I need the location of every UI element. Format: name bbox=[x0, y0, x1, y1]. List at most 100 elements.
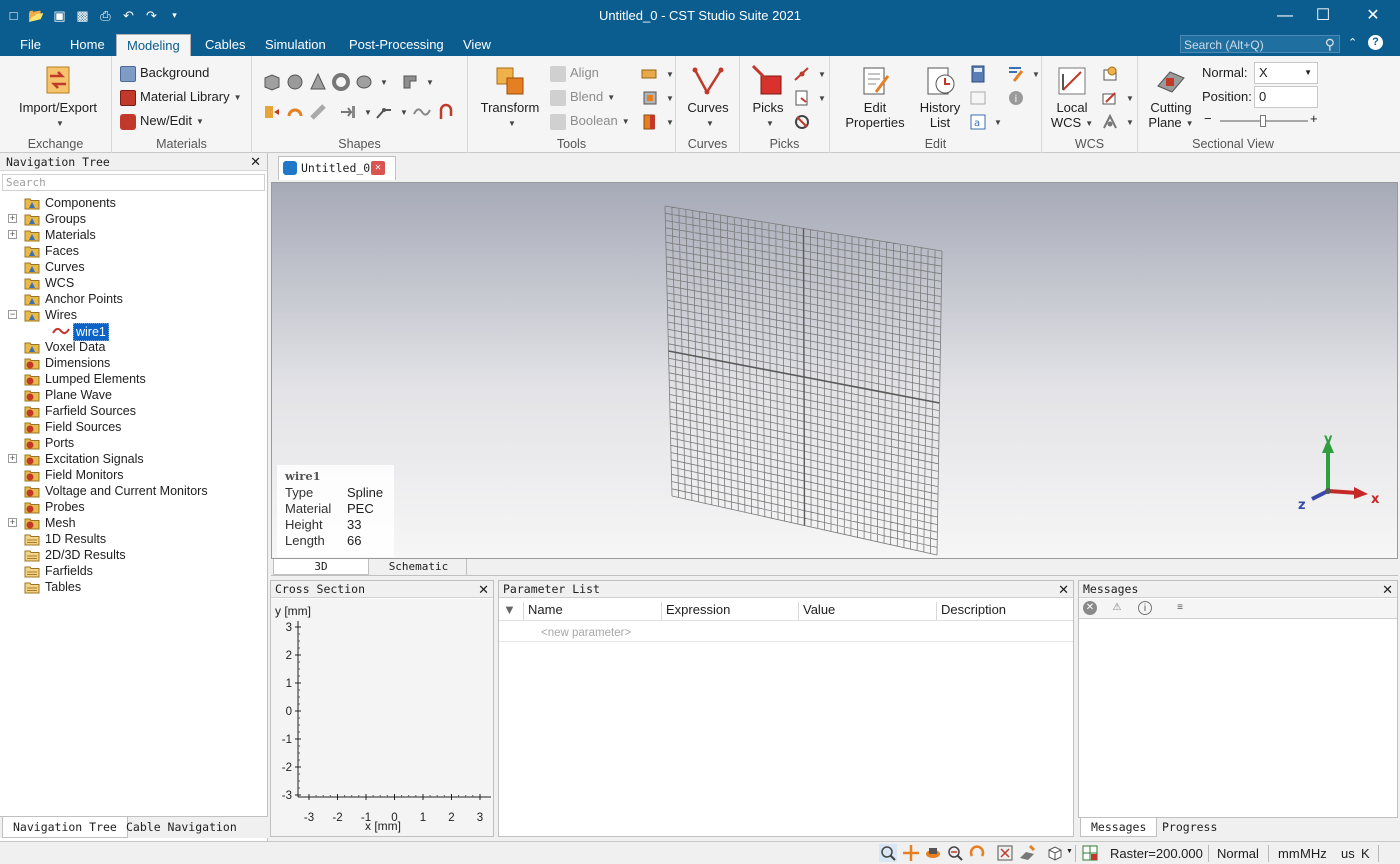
3d-viewport[interactable]: wire1 Type Spline Material PEC Height 33 Le… bbox=[271, 182, 1398, 559]
wcs-snap-icon[interactable] bbox=[1100, 112, 1120, 132]
working-plane-icon[interactable] bbox=[1018, 844, 1036, 862]
chevron-down-icon[interactable]: ▼ bbox=[818, 94, 826, 103]
edit-properties-button[interactable]: Edit Properties bbox=[840, 64, 910, 130]
trace-curve-icon[interactable] bbox=[374, 102, 394, 122]
chevron-down-icon[interactable]: ▼ bbox=[380, 78, 388, 87]
chevron-down-icon[interactable]: ▼ bbox=[1032, 70, 1040, 79]
pick-list-icon[interactable] bbox=[792, 88, 812, 108]
close-icon[interactable]: ✕ bbox=[371, 161, 385, 175]
column-value[interactable]: Value bbox=[798, 602, 936, 620]
new-parameter-row[interactable]: <new parameter> bbox=[541, 627, 631, 639]
history-update-icon[interactable] bbox=[968, 88, 988, 108]
import-export-button[interactable]: Import/Export ▼ bbox=[12, 64, 104, 130]
document-tab[interactable]: Untitled_0* ✕ bbox=[278, 156, 396, 180]
tree-item-voxel-data[interactable]: Voxel Data bbox=[0, 339, 266, 355]
tree-item-ports[interactable]: Ports bbox=[0, 435, 266, 451]
chevron-down-icon[interactable]: ▼ bbox=[364, 108, 372, 117]
tree-item-wcs[interactable]: WCS bbox=[0, 275, 266, 291]
navigation-search-input[interactable]: Search bbox=[2, 174, 265, 191]
local-modification-icon[interactable] bbox=[640, 112, 660, 132]
tree-item-materials[interactable]: + Materials bbox=[0, 227, 266, 243]
maximize-icon[interactable]: ☐ bbox=[1300, 0, 1346, 32]
column-description[interactable]: Description bbox=[936, 602, 1074, 620]
clear-picks-icon[interactable] bbox=[792, 112, 812, 132]
loft-icon[interactable] bbox=[308, 102, 328, 122]
expand-icon[interactable]: + bbox=[8, 518, 17, 527]
chevron-down-icon[interactable]: ▼ bbox=[666, 118, 674, 127]
tree-item-voltage-and-current-monitors[interactable]: Voltage and Current Monitors bbox=[0, 483, 266, 499]
tree-item-field-monitors[interactable]: Field Monitors bbox=[0, 467, 266, 483]
warning-filter-icon[interactable]: ⚠ bbox=[1110, 601, 1124, 615]
position-slider-handle[interactable] bbox=[1260, 115, 1266, 127]
menu-tab-post-processing[interactable]: Post-Processing bbox=[339, 34, 454, 56]
tree-item-farfield-sources[interactable]: Farfield Sources bbox=[0, 403, 266, 419]
tree-item-curves[interactable]: Curves bbox=[0, 259, 266, 275]
reset-view-icon[interactable] bbox=[996, 844, 1014, 862]
tree-item-groups[interactable]: + Groups bbox=[0, 211, 266, 227]
tab-3d[interactable]: 3D bbox=[273, 559, 369, 575]
chevron-down-icon[interactable]: ▼ bbox=[426, 78, 434, 87]
menu-tab-file[interactable]: File bbox=[10, 34, 51, 56]
pan-icon[interactable] bbox=[902, 844, 920, 862]
info-filter-icon[interactable]: i bbox=[1138, 601, 1152, 615]
collapse-icon[interactable]: − bbox=[8, 310, 17, 319]
transform-wcs-icon[interactable] bbox=[1100, 88, 1120, 108]
pick-edge-icon[interactable] bbox=[792, 64, 812, 84]
tree-item-wire1[interactable]: wire1 bbox=[0, 323, 266, 341]
tree-item-dimensions[interactable]: Dimensions bbox=[0, 355, 266, 371]
sphere-icon[interactable] bbox=[354, 72, 374, 92]
close-icon[interactable]: ✕ bbox=[1382, 581, 1393, 598]
tab-cable-navigation-tree[interactable]: Cable Navigation Tree bbox=[116, 817, 268, 855]
wire-icon[interactable] bbox=[412, 102, 432, 122]
column-expression[interactable]: Expression bbox=[661, 602, 799, 620]
search-icon[interactable]: ⚲ bbox=[1325, 35, 1335, 53]
material-library-button[interactable]: Material Library ▼ bbox=[120, 86, 242, 108]
zoom-fit-icon[interactable] bbox=[946, 844, 964, 862]
raster-grid-icon[interactable] bbox=[1081, 844, 1099, 862]
tree-item-excitation-signals[interactable]: + Excitation Signals bbox=[0, 451, 266, 467]
bond-wire-icon[interactable] bbox=[436, 102, 456, 122]
menu-tab-home[interactable]: Home bbox=[60, 34, 115, 56]
chevron-down-icon[interactable]: ▼ bbox=[400, 108, 408, 117]
wire-mesh-grid[interactable] bbox=[272, 183, 1398, 559]
expand-icon[interactable]: + bbox=[8, 230, 17, 239]
curves-button[interactable]: Curves ▼ bbox=[680, 64, 736, 130]
close-icon[interactable]: ✕ bbox=[478, 581, 489, 598]
torus-icon[interactable] bbox=[331, 72, 351, 92]
ribbon-search-input[interactable]: Search (Alt+Q) ⚲ bbox=[1180, 35, 1340, 53]
clear-messages-icon[interactable]: ≡ bbox=[1173, 601, 1187, 615]
tree-item-probes[interactable]: Probes bbox=[0, 499, 266, 515]
tree-item-lumped-elements[interactable]: Lumped Elements bbox=[0, 371, 266, 387]
tree-item-wires[interactable]: − Wires bbox=[0, 307, 266, 323]
chevron-down-icon[interactable]: ▼ bbox=[1126, 94, 1134, 103]
picks-button[interactable]: Picks ▼ bbox=[744, 64, 792, 130]
tree-item-tables[interactable]: Tables bbox=[0, 579, 266, 595]
history-list-button[interactable]: History List bbox=[914, 64, 966, 130]
extrude-face-icon[interactable] bbox=[338, 102, 358, 122]
align-wcs-icon[interactable] bbox=[1100, 64, 1120, 84]
rotate-icon[interactable] bbox=[968, 844, 986, 862]
tab-messages[interactable]: Messages bbox=[1080, 818, 1158, 837]
normal-select[interactable]: X ▼ bbox=[1254, 62, 1318, 84]
align-button[interactable]: Align bbox=[550, 62, 599, 84]
cone-icon[interactable] bbox=[308, 72, 328, 92]
info-icon[interactable]: i bbox=[1006, 88, 1026, 108]
position-input[interactable]: 0 bbox=[1254, 86, 1318, 108]
macro-edit-icon[interactable] bbox=[1006, 64, 1026, 84]
tree-item-faces[interactable]: Faces bbox=[0, 243, 266, 259]
shape-tools-icon[interactable] bbox=[640, 64, 660, 84]
expand-icon[interactable]: + bbox=[8, 214, 17, 223]
chevron-down-icon[interactable]: ▼ bbox=[1126, 118, 1134, 127]
new-edit-material-button[interactable]: New/Edit ▼ bbox=[120, 110, 204, 132]
tree-item-farfields[interactable]: Farfields bbox=[0, 563, 266, 579]
menu-tab-simulation[interactable]: Simulation bbox=[255, 34, 336, 56]
chevron-down-icon[interactable]: ▼ bbox=[666, 70, 674, 79]
blend-button[interactable]: Blend ▼ bbox=[550, 86, 615, 108]
calculator-icon[interactable] bbox=[968, 64, 988, 84]
error-filter-icon[interactable]: ✕ bbox=[1083, 601, 1097, 615]
rotate-shape-icon[interactable] bbox=[285, 102, 305, 122]
chevron-down-icon[interactable]: ▼ bbox=[666, 94, 674, 103]
close-icon[interactable]: ✕ bbox=[1350, 0, 1396, 32]
chevron-down-icon[interactable]: ▼ bbox=[994, 118, 1002, 127]
close-icon[interactable]: ✕ bbox=[1058, 581, 1069, 598]
